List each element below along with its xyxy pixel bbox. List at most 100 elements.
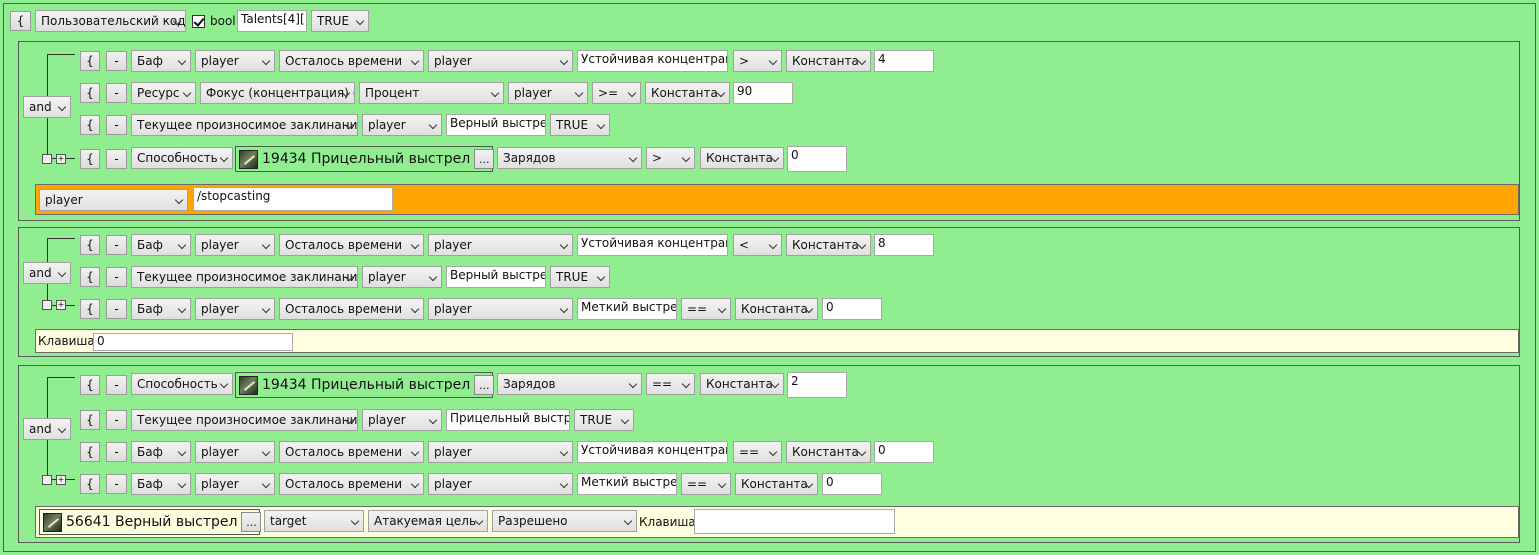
operator-dropdown[interactable]: >	[646, 147, 695, 169]
value-kind-dropdown[interactable]: Константа	[700, 373, 784, 395]
value-kind-dropdown[interactable]: Константа	[735, 298, 818, 320]
spell-picker[interactable]: 19434 Прицельный выстрел ...	[235, 372, 495, 398]
block1-logic-dropdown[interactable]: and	[23, 96, 71, 118]
value-kind-dropdown[interactable]: Константа	[786, 50, 871, 72]
row-remove-button[interactable]: -	[106, 115, 127, 135]
value-field[interactable]: 0	[822, 473, 882, 495]
buff-name-field[interactable]: Меткий выстрел	[577, 298, 677, 320]
value-field[interactable]: 0	[787, 146, 847, 172]
block2-logic-dropdown[interactable]: and	[23, 262, 71, 284]
spell-browse-button[interactable]: ...	[241, 512, 262, 532]
key-field[interactable]	[694, 509, 895, 534]
value-kind-dropdown[interactable]: Константа	[645, 82, 730, 104]
block3-logic-dropdown[interactable]: and	[23, 418, 71, 440]
row-remove-button[interactable]: -	[106, 474, 127, 494]
row-remove-button[interactable]: -	[106, 83, 127, 103]
resource-dropdown[interactable]: Фокус (концентрация) (	[200, 82, 355, 104]
condition-type-dropdown[interactable]: Способность	[131, 373, 233, 395]
boolean-dropdown[interactable]: TRUE	[550, 266, 610, 288]
buff-name-field[interactable]: Меткий выстрел	[577, 473, 677, 495]
condition-type-dropdown[interactable]: Баф	[131, 50, 191, 72]
condition-type-dropdown[interactable]: Текущее произносимое заклинание	[131, 266, 358, 288]
expand-toggle[interactable]: +	[56, 154, 66, 164]
operator-dropdown[interactable]: ==	[681, 298, 731, 320]
row-remove-button[interactable]: -	[106, 410, 127, 430]
unit2-dropdown[interactable]: player	[428, 473, 573, 495]
condition-type-dropdown[interactable]: Ресурс	[131, 82, 196, 104]
action-spell-picker[interactable]: 56641 Верный выстрел ...	[39, 509, 262, 535]
operator-dropdown[interactable]: >=	[592, 82, 641, 104]
value-field[interactable]: 0	[874, 441, 934, 463]
field-dropdown[interactable]: Процент	[359, 82, 504, 104]
row-remove-button[interactable]: -	[106, 267, 127, 287]
row-remove-button[interactable]: -	[106, 235, 127, 255]
operator-dropdown[interactable]: <	[733, 234, 782, 256]
row-open-button[interactable]: {	[80, 83, 100, 103]
unit-dropdown[interactable]: player	[195, 298, 275, 320]
spell-name-field[interactable]: Верный выстрел	[446, 114, 546, 136]
unit-dropdown[interactable]: player	[195, 234, 275, 256]
target-type-dropdown[interactable]: Атакуемая цель	[368, 510, 488, 532]
field-dropdown[interactable]: Осталось времени	[279, 234, 424, 256]
command-field[interactable]: /stopcasting	[193, 187, 393, 211]
field-dropdown[interactable]: Осталось времени	[279, 473, 424, 495]
field-dropdown[interactable]: Осталось времени	[279, 50, 424, 72]
value-field[interactable]: 90	[733, 82, 793, 104]
value-field[interactable]: 2	[787, 372, 847, 398]
operator-dropdown[interactable]: ==	[646, 373, 695, 395]
unit-dropdown[interactable]: player	[508, 82, 588, 104]
row-open-button[interactable]: {	[80, 115, 100, 135]
spell-picker[interactable]: 19434 Прицельный выстрел ...	[235, 146, 495, 172]
unit2-dropdown[interactable]: player	[428, 298, 573, 320]
condition-type-dropdown[interactable]: Баф	[131, 234, 191, 256]
buff-name-field[interactable]: Устойчивая концентрация	[577, 441, 728, 463]
row-open-button[interactable]: {	[80, 474, 100, 494]
value-kind-dropdown[interactable]: Константа	[786, 441, 871, 463]
spell-name-field[interactable]: Прицельный выстрел	[446, 409, 570, 431]
value-field[interactable]: 8	[874, 234, 934, 256]
buff-name-field[interactable]: Устойчивая концентрация	[577, 234, 728, 256]
row-open-button[interactable]: {	[80, 51, 100, 71]
row-open-button[interactable]: {	[80, 299, 100, 319]
action-unit-dropdown[interactable]: player	[39, 189, 188, 211]
operator-dropdown[interactable]: >	[733, 50, 782, 72]
condition-type-dropdown[interactable]: Баф	[131, 441, 191, 463]
condition-type-dropdown[interactable]: Способность	[131, 147, 233, 169]
row-remove-button[interactable]: -	[106, 375, 127, 395]
expand-toggle[interactable]: +	[56, 300, 66, 310]
row-open-button[interactable]: {	[80, 149, 100, 169]
row-open-button[interactable]: {	[80, 375, 100, 395]
unit2-dropdown[interactable]: player	[428, 234, 573, 256]
collapse-toggle[interactable]	[42, 475, 52, 485]
condition-type-dropdown[interactable]: Текущее произносимое заклинание	[131, 409, 358, 431]
code-type-dropdown[interactable]: Пользовательский код	[35, 10, 186, 32]
spell-browse-button[interactable]: ...	[474, 149, 495, 169]
boolean-dropdown[interactable]: TRUE	[550, 114, 610, 136]
value-field[interactable]: 0	[822, 298, 882, 320]
bool-checkbox[interactable]	[192, 15, 205, 28]
spell-browse-button[interactable]: ...	[474, 375, 495, 395]
unit2-dropdown[interactable]: player	[428, 50, 573, 72]
value-kind-dropdown[interactable]: Константа	[700, 147, 784, 169]
field-dropdown[interactable]: Зарядов	[497, 373, 642, 395]
value-kind-dropdown[interactable]: Константа	[735, 473, 818, 495]
unit-dropdown[interactable]: player	[362, 266, 442, 288]
value-kind-dropdown[interactable]: Константа	[786, 234, 871, 256]
operator-dropdown[interactable]: ==	[681, 473, 731, 495]
value-field[interactable]: 4	[874, 50, 934, 72]
row-remove-button[interactable]: -	[106, 442, 127, 462]
condition-type-dropdown[interactable]: Баф	[131, 298, 191, 320]
field-dropdown[interactable]: Зарядов	[497, 147, 642, 169]
collapse-toggle[interactable]	[42, 154, 52, 164]
unit-dropdown[interactable]: player	[362, 409, 442, 431]
unit-dropdown[interactable]: player	[195, 473, 275, 495]
boolean-dropdown[interactable]: TRUE	[574, 409, 634, 431]
unit-dropdown[interactable]: player	[362, 114, 442, 136]
action-unit-dropdown[interactable]: target	[264, 510, 364, 532]
condition-type-dropdown[interactable]: Баф	[131, 473, 191, 495]
row-remove-button[interactable]: -	[106, 51, 127, 71]
row-open-button[interactable]: {	[80, 410, 100, 430]
field-dropdown[interactable]: Осталось времени	[279, 298, 424, 320]
top-open-brace-button[interactable]: {	[10, 11, 31, 31]
row-remove-button[interactable]: -	[106, 149, 127, 169]
